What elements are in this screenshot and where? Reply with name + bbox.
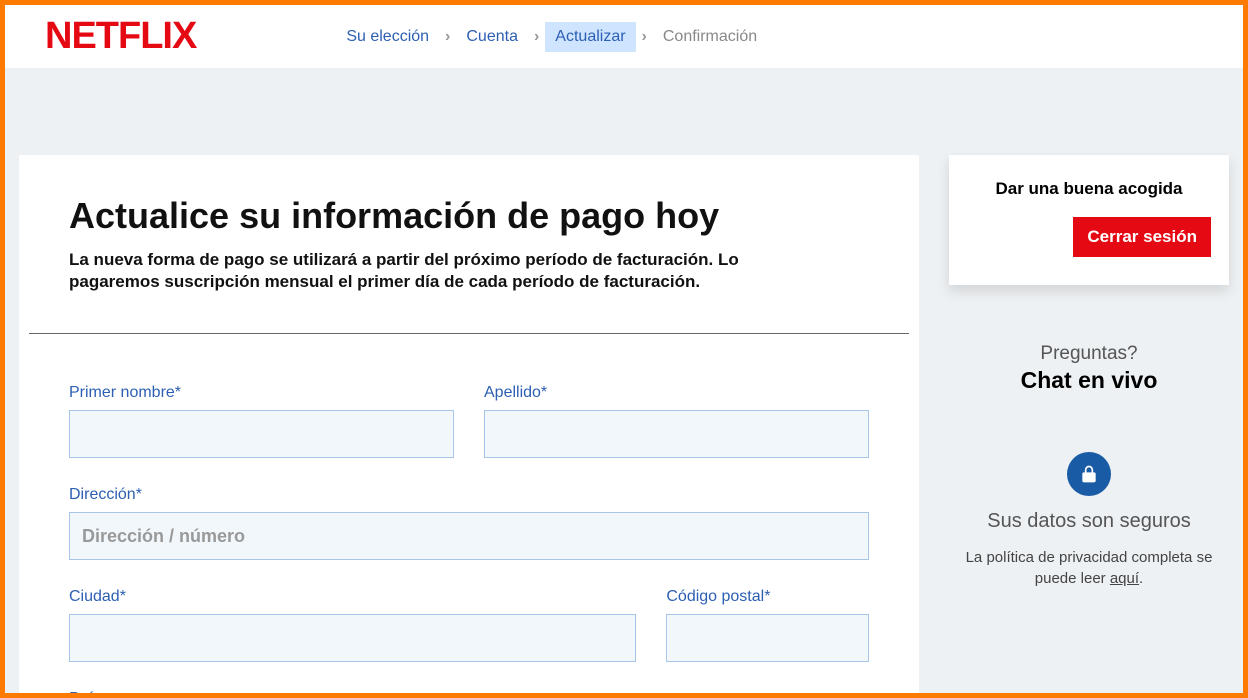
breadcrumb-step-choice[interactable]: Su elección xyxy=(336,22,439,52)
country-label: País xyxy=(69,690,869,698)
postal-input[interactable] xyxy=(666,614,869,662)
chevron-right-icon: › xyxy=(642,28,647,46)
netflix-logo: NETFLIX xyxy=(45,15,196,58)
main-card: Actualice su información de pago hoy La … xyxy=(19,155,919,693)
logout-button[interactable]: Cerrar sesión xyxy=(1073,217,1211,257)
first-name-input[interactable] xyxy=(69,410,454,458)
chat-block[interactable]: Preguntas? Chat en vivo xyxy=(949,343,1229,394)
city-label: Ciudad* xyxy=(69,588,636,606)
page-description: La nueva forma de pago se utilizará a pa… xyxy=(69,249,819,293)
last-name-field-group: Apellido* xyxy=(484,384,869,458)
first-name-field-group: Primer nombre* xyxy=(69,384,454,458)
lock-icon xyxy=(1067,452,1111,496)
breadcrumb: Su elección › Cuenta › Actualizar › Conf… xyxy=(336,22,767,52)
address-input[interactable] xyxy=(69,512,869,560)
city-field-group: Ciudad* xyxy=(69,588,636,662)
header: NETFLIX Su elección › Cuenta › Actualiza… xyxy=(5,5,1243,69)
first-name-label: Primer nombre* xyxy=(69,384,454,402)
breadcrumb-step-update[interactable]: Actualizar xyxy=(545,22,635,52)
chevron-right-icon: › xyxy=(534,28,539,46)
sidebar: Dar una buena acogida Cerrar sesión Preg… xyxy=(949,155,1229,693)
chevron-right-icon: › xyxy=(445,28,450,46)
breadcrumb-step-confirmation: Confirmación xyxy=(653,22,767,52)
breadcrumb-step-account[interactable]: Cuenta xyxy=(456,22,528,52)
last-name-label: Apellido* xyxy=(484,384,869,402)
city-input[interactable] xyxy=(69,614,636,662)
live-chat-label: Chat en vivo xyxy=(949,367,1229,394)
address-label: Dirección* xyxy=(69,486,869,504)
postal-field-group: Código postal* xyxy=(666,588,869,662)
questions-label: Preguntas? xyxy=(949,343,1229,365)
postal-label: Código postal* xyxy=(666,588,869,606)
last-name-input[interactable] xyxy=(484,410,869,458)
secure-block: Sus datos son seguros La política de pri… xyxy=(949,452,1229,589)
address-field-group: Dirección* xyxy=(69,486,869,560)
privacy-link[interactable]: aquí xyxy=(1110,570,1139,587)
page-title: Actualice su información de pago hoy xyxy=(69,195,869,237)
country-field-group: País xyxy=(69,690,869,698)
welcome-box: Dar una buena acogida Cerrar sesión xyxy=(949,155,1229,285)
secure-text: La política de privacidad completa se pu… xyxy=(961,547,1217,589)
divider xyxy=(29,333,909,334)
welcome-title: Dar una buena acogida xyxy=(967,179,1211,199)
secure-title: Sus datos son seguros xyxy=(961,510,1217,533)
